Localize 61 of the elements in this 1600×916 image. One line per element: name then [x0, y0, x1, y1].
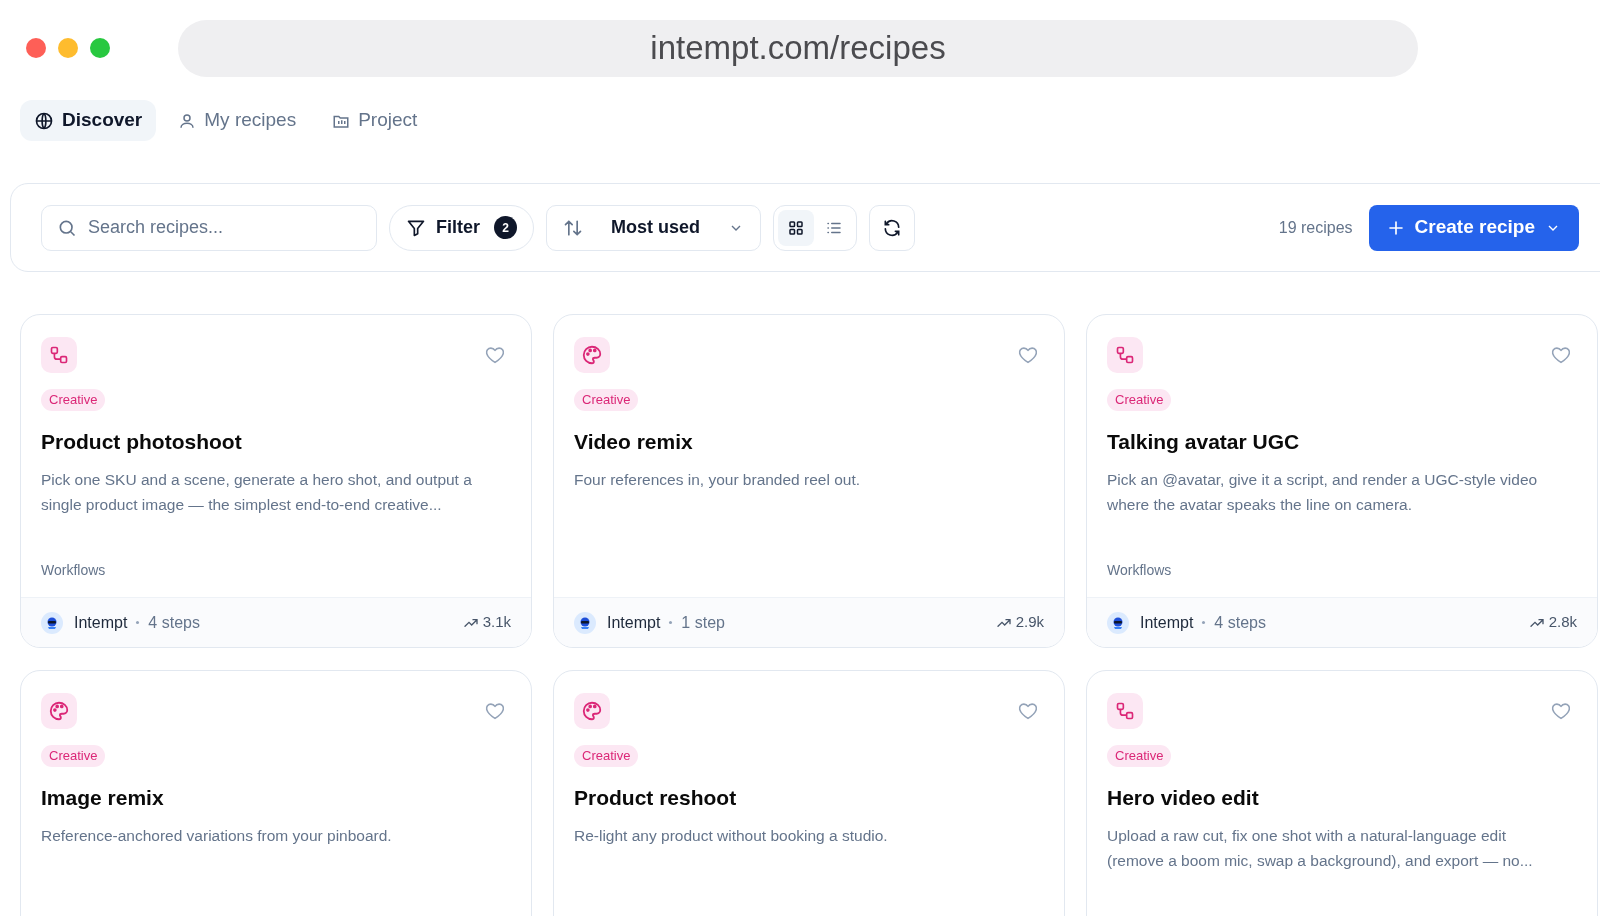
search-field[interactable]: Search recipes... [41, 204, 377, 251]
author-name: Intempt [74, 612, 128, 633]
recipe-description: Upload a raw cut, fix one shot with a natural-language edit (remove a boom mic, swap a background), and export — no... [1107, 825, 1534, 871]
nav-tab[interactable]: Project [318, 100, 432, 141]
sort-dropdown[interactable]: Most used [546, 204, 761, 251]
refresh-icon [882, 217, 902, 238]
recipe-card[interactable]: Creative Video remix Four references in, your branded reel out. Intempt 1 step 2.9k [553, 314, 1065, 648]
recipe-count: 19 recipes [1278, 217, 1353, 238]
sort-icon [563, 217, 583, 238]
usage-count: 3.1k [482, 612, 511, 633]
workflow-icon [1115, 701, 1135, 721]
workflow-icon [1115, 345, 1135, 365]
usage-count: 2.8k [1548, 612, 1577, 633]
recipe-category: Workflows [1107, 561, 1172, 580]
recipe-title: Hero video edit [1107, 784, 1260, 811]
category-tag: Creative [1107, 745, 1172, 767]
recipe-card[interactable]: Creative Product reshoot Re-light any product without booking a studio. [553, 670, 1065, 916]
recipe-card[interactable]: Creative Talking avatar UGC Pick an @avatar, give it a script, and render a UGC-style video where the avatar speaks the line on camera. Workflows Intempt 4 steps 2.8k [1086, 314, 1598, 648]
author-avatar [1107, 611, 1129, 634]
refresh-button[interactable] [869, 204, 915, 251]
recipe-card[interactable]: Creative Image remix Reference-anchored variations from your pinboard. [20, 670, 532, 916]
recipe-title: Product reshoot [574, 784, 738, 811]
recipe-card[interactable]: Creative Hero video edit Upload a raw cut, fix one shot with a natural-language edit (remove a boom mic, swap a background), and export — no... [1086, 670, 1598, 916]
grid-icon [787, 218, 805, 237]
address-bar[interactable]: intempt.com/recipes [178, 19, 1418, 77]
plus-icon [1386, 218, 1405, 237]
category-tag: Creative [1107, 389, 1172, 411]
grid-view-button[interactable] [778, 209, 814, 246]
author-avatar [574, 611, 596, 634]
create-recipe-button[interactable]: Create recipe [1368, 204, 1579, 251]
nav-tab[interactable]: Discover [20, 100, 157, 141]
workflow-icon [49, 345, 69, 365]
palette-icon [581, 344, 603, 366]
category-tag: Creative [574, 745, 639, 767]
recipe-card[interactable]: Creative Product photoshoot Pick one SKU and a scene, generate a hero shot, and output a single product image — the simplest end-to-end creative... Workflows Intempt 4 steps 3.1k [20, 314, 532, 648]
step-count: 4 steps [1214, 612, 1266, 633]
recipe-title: Video remix [574, 428, 694, 455]
author-avatar [41, 611, 63, 634]
recipe-description: Four references in, your branded reel out. [574, 469, 862, 490]
recipe-description: Pick one SKU and a scene, generate a hero shot, and output a single product image — the simplest end-to-end creative... [41, 469, 473, 515]
palette-icon [581, 700, 603, 722]
recipe-description: Re-light any product without booking a studio. [574, 825, 889, 846]
recipe-category: Workflows [41, 561, 106, 580]
nav-tab[interactable]: My recipes [164, 100, 311, 141]
step-count: 1 step [681, 612, 725, 633]
recipe-description: Reference-anchored variations from your pinboard. [41, 825, 393, 846]
category-tag: Creative [41, 745, 106, 767]
step-count: 4 steps [148, 612, 200, 633]
globe-icon [34, 110, 54, 131]
author-name: Intempt [607, 612, 661, 633]
recipe-title: Image remix [41, 784, 165, 811]
author-name: Intempt [1140, 612, 1194, 633]
usage-count: 2.9k [1015, 612, 1044, 633]
category-tag: Creative [41, 389, 106, 411]
category-tag: Creative [574, 389, 639, 411]
user-icon [178, 111, 197, 130]
palette-icon [48, 700, 70, 722]
filter-count-badge: 2 [494, 216, 517, 239]
recipe-description: Pick an @avatar, give it a script, and render a UGC-style video where the avatar speaks the line on camera. [1107, 469, 1539, 515]
recipe-title: Talking avatar UGC [1107, 428, 1301, 455]
recipe-title: Product photoshoot [41, 428, 243, 455]
